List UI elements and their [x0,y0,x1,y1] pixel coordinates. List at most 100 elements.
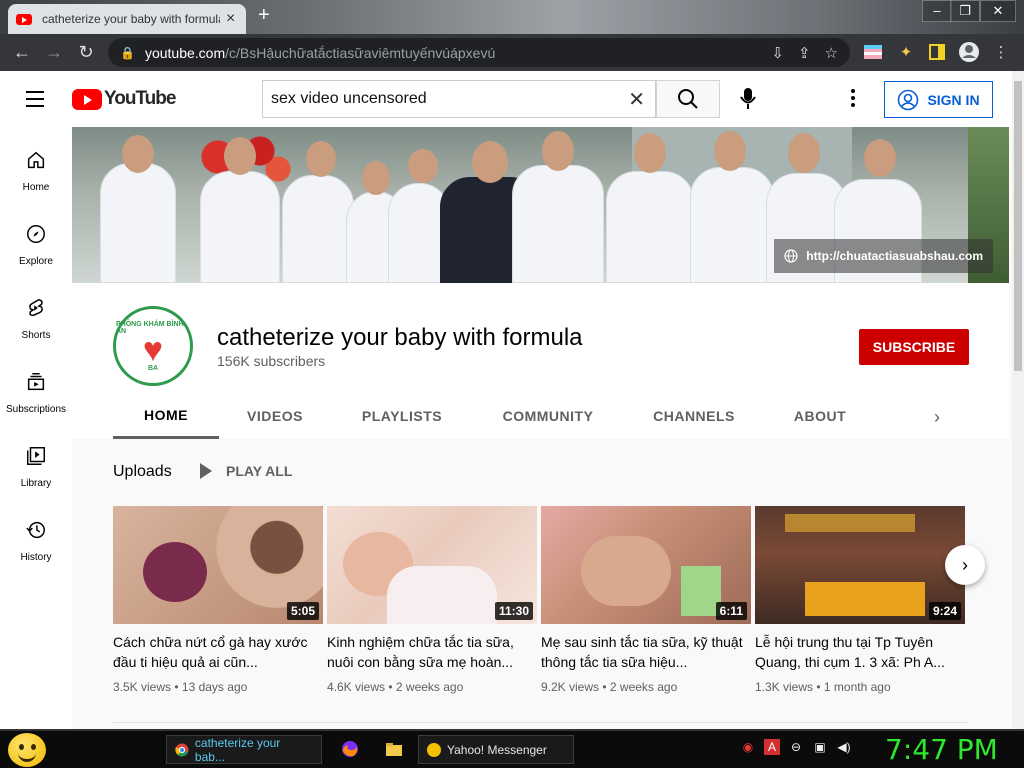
video-views: 3.5K views [113,680,172,694]
guide-item-history[interactable]: History [0,519,72,565]
thumb-stage [805,582,925,616]
tab-home[interactable]: HOME [113,393,219,439]
guide-item-home[interactable]: Home [0,149,72,195]
back-arrow-icon[interactable]: ← [6,37,38,69]
guide-label: Explore [19,256,53,267]
shorts-icon [29,298,43,317]
compass-icon [27,225,45,243]
video-age: 2 weeks ago [395,680,464,694]
tab-videos[interactable]: VIDEOS [219,393,331,439]
scrollbar-thumb[interactable] [1014,81,1022,371]
banner-person [200,171,280,283]
task-chrome[interactable]: catheterize your bab... [166,735,322,764]
folder-icon[interactable] [384,739,404,759]
video-views: 4.6K views [327,680,386,694]
video-thumbnail[interactable]: 9:24 [755,506,965,624]
search-input[interactable]: sex video uncensored ✕ [262,80,656,118]
video-title[interactable]: Lễ hội trung thu tại Tp Tuyên Quang, thi… [755,632,965,672]
settings-kebab-icon[interactable] [851,89,859,110]
banner-person-head [224,137,256,175]
browser-tab[interactable]: catheterize your baby with formula × [8,4,246,34]
forward-arrow-icon[interactable]: → [38,37,70,69]
account-circle-icon [898,89,919,110]
section-divider [113,722,968,723]
subscribe-button[interactable]: SUBSCRIBE [859,329,969,365]
voice-search-mic-icon[interactable] [734,83,762,113]
banner-person [512,165,604,283]
play-all-button[interactable]: PLAY ALL [200,463,292,479]
tab-close-icon[interactable]: × [226,10,235,28]
sidepanel-icon[interactable] [926,41,948,63]
address-bar[interactable]: 🔒 youtube.com/c/BsHậuchữatắctiasữaviêmtu… [108,38,850,67]
search-icon [678,89,698,109]
eye-tray-icon[interactable]: ◉ [740,739,756,755]
banner-person [282,175,354,283]
guide-item-subscriptions[interactable]: Subscriptions [0,371,72,417]
tab-community[interactable]: COMMUNITY [473,393,623,439]
guide-label: Shorts [21,330,51,341]
network-tray-icon[interactable]: ▣ [812,739,828,755]
page-scrollbar[interactable] [1012,71,1024,729]
task-label: Yahoo! Messenger [447,742,547,757]
firefox-icon[interactable] [340,739,360,759]
guide-label: History [20,552,52,563]
tab-channels[interactable]: CHANNELS [623,393,765,439]
start-smiley-icon[interactable] [8,733,46,767]
taskbar: catheterize your bab... Yahoo! Messenger… [0,729,1024,768]
banner-person-head [362,161,390,195]
thumb-sign [785,514,915,532]
sign-in-button[interactable]: SIGN IN [884,81,993,118]
menu-hamburger-icon[interactable] [26,91,44,112]
volume-tray-icon[interactable]: ◀) [836,739,852,755]
video-meta: 1.3K views • 1 month ago [755,680,891,694]
taskbar-clock: 7:47 PM [885,733,998,766]
tab-about[interactable]: ABOUT [765,393,875,439]
video-card[interactable]: 5:05 Cách chữa nứt cổ gà hay xước đầu ti… [113,506,323,694]
banner-person-head [864,139,896,177]
video-card[interactable]: 6:11 Mẹ sau sinh tắc tia sữa, kỹ thuật t… [541,506,751,694]
tab-title: catheterize your baby with formula [42,12,220,26]
antivirus-tray-icon[interactable]: A [764,739,780,755]
youtube-logo[interactable]: YouTube [72,88,176,110]
task-label: catheterize your bab... [194,735,281,764]
video-title[interactable]: Mẹ sau sinh tắc tia sữa, kỹ thuật thông … [541,632,751,672]
banner-person-head [306,141,336,177]
video-card[interactable]: 11:30 Kinh nghiệm chữa tắc tia sữa, nuôi… [327,506,537,694]
guide-item-library[interactable]: Library [0,445,72,491]
video-title[interactable]: Kinh nghiệm chữa tắc tia sữa, nuôi con b… [327,632,537,672]
avatar-initials: BA [147,364,159,372]
video-thumbnail[interactable]: 5:05 [113,506,323,624]
profile-avatar-icon[interactable] [958,41,980,63]
status-tray-icon[interactable]: ⊖ [788,739,804,755]
banner-person [606,171,694,283]
banner-person [690,167,774,283]
video-thumbnail[interactable]: 11:30 [327,506,537,624]
guide-item-shorts[interactable]: Shorts [0,297,72,343]
minimize-button[interactable]: – [922,0,952,22]
new-tab-button[interactable]: + [258,4,270,27]
reload-icon[interactable]: ↻ [70,37,102,69]
video-thumbnail[interactable]: 6:11 [541,506,751,624]
maximize-button[interactable]: ❐ [950,0,980,22]
play-all-label: PLAY ALL [226,463,293,479]
carousel-next-chevron-icon[interactable]: › [945,545,985,585]
video-card[interactable]: 9:24 Lễ hội trung thu tại Tp Tuyên Quang… [755,506,965,694]
video-duration: 9:24 [928,602,961,620]
bookmark-star-icon[interactable]: ☆ [825,44,838,62]
guide-item-explore[interactable]: Explore [0,223,72,269]
clear-search-icon[interactable]: ✕ [628,87,645,112]
tab-playlists[interactable]: PLAYLISTS [331,393,473,439]
video-meta: 9.2K views • 2 weeks ago [541,680,678,694]
install-icon[interactable]: ⇩ [771,44,784,62]
browser-menu-icon[interactable]: ⋮ [990,41,1012,63]
search-button[interactable] [656,80,720,118]
close-window-button[interactable]: ✕ [980,0,1016,22]
share-icon[interactable]: ⇪ [798,44,811,62]
channel-avatar[interactable]: PHÒNG KHÁM BÌNH AN ♥ BA [113,306,193,386]
tabs-chevron-right-icon[interactable]: › [934,407,940,428]
banner-website-link[interactable]: http://chuatactiasuabshau.com [774,239,993,273]
video-title[interactable]: Cách chữa nứt cổ gà hay xước đầu ti hiệu… [113,632,323,672]
extensions-puzzle-icon[interactable]: ✦ [895,41,917,63]
task-yahoo-messenger[interactable]: Yahoo! Messenger [418,735,574,764]
extension-flag-icon[interactable] [862,41,884,63]
